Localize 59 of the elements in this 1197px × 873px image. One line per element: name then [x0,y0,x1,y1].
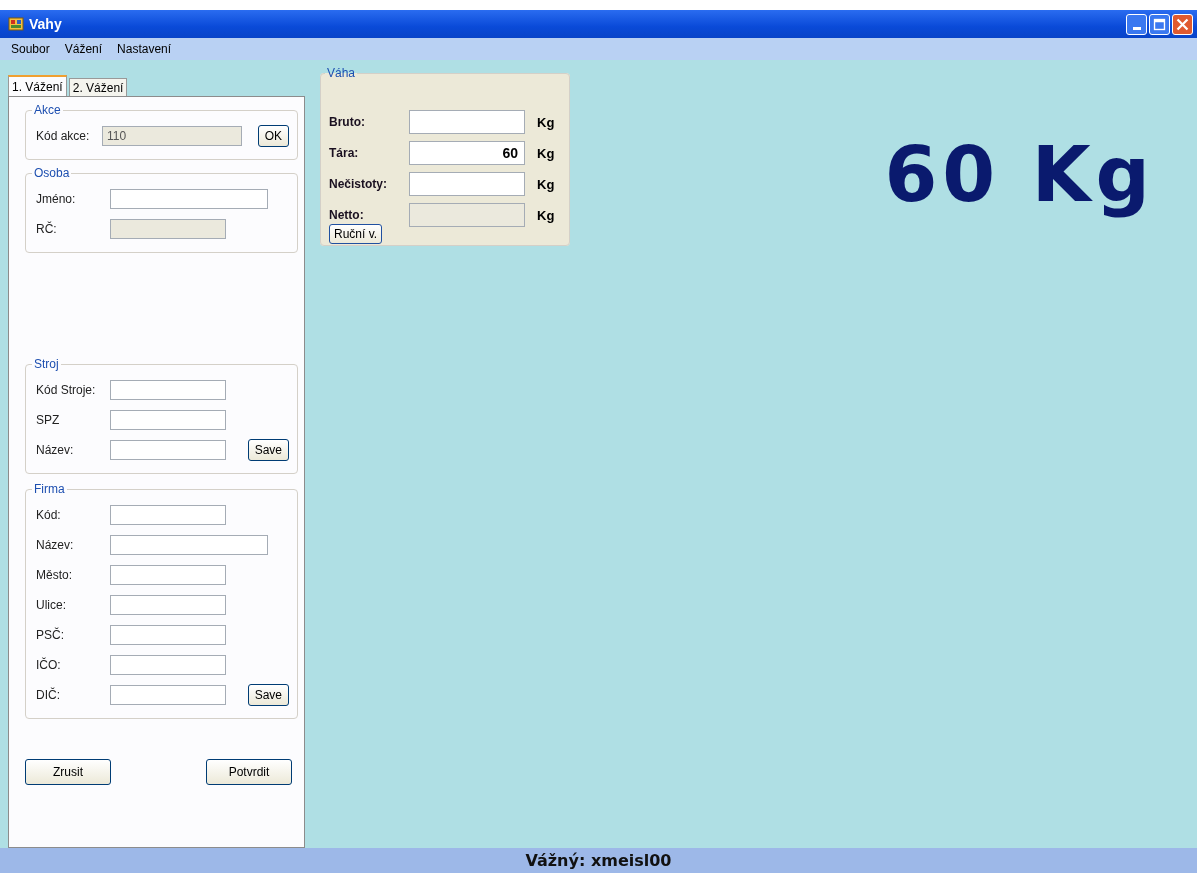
maximize-button[interactable] [1149,13,1170,35]
group-title: Akce [33,103,62,117]
group-title: Firma [33,482,66,496]
app-icon [8,16,24,32]
unit-label: Kg [537,114,555,130]
input-field[interactable] [409,172,525,196]
tab[interactable]: 1. Vážení [8,75,67,96]
menu-item[interactable]: Soubor [10,42,58,56]
field-label: Bruto: [329,115,366,129]
field-label: Netto: [329,208,365,222]
tab[interactable]: 2. Vážení [68,78,128,96]
input-field[interactable] [110,189,268,209]
input-field[interactable] [409,110,525,134]
field-label: Kód: [36,508,62,522]
input-field[interactable] [110,685,226,705]
field-label: RČ: [36,222,58,236]
menu-item[interactable]: Nastavení [116,42,180,56]
field-label: Město: [36,568,73,582]
group-title: Osoba [33,166,71,180]
field-label: Název: [36,443,75,457]
field-label: Tára: [329,146,360,160]
input-field[interactable] [110,595,226,615]
unit-label: Kg [537,145,555,161]
field-label: IČO: [36,658,62,672]
menu-item[interactable]: Vážení [63,42,111,56]
field-label: Název: [36,538,75,552]
field-label: Nečistoty: [329,177,388,191]
input-field[interactable] [110,440,226,460]
input-field[interactable] [110,625,226,645]
input-field[interactable] [110,565,226,585]
group-title: Váha [326,66,357,80]
save-button[interactable]: Save [247,439,289,461]
input-field[interactable] [110,410,226,430]
field-label: Kód akce: [36,129,91,143]
window-title: Vahy [29,16,63,32]
group-title: Stroj [33,357,60,371]
ok-button[interactable]: OK [257,125,289,147]
input-field[interactable] [110,655,226,675]
field-label: Jméno: [36,192,77,206]
status-text: Vážný: xmeisl00 [525,851,672,870]
close-button[interactable] [1172,13,1193,35]
input-field[interactable] [110,505,226,525]
field-label: Kód Stroje: [36,383,97,397]
input-field[interactable] [110,535,268,555]
unit-label: Kg [537,176,555,192]
input-field[interactable]: 60 [409,141,525,165]
field-label: SPZ [36,413,61,427]
action-button[interactable]: Zrusit [25,759,111,785]
action-button[interactable]: Potvrdit [206,759,292,785]
manual-button[interactable]: Ruční v. [329,224,383,244]
minimize-icon [1132,26,1141,30]
field-label: DIČ: [36,688,61,702]
unit-label: Kg [537,207,555,223]
minimize-button[interactable] [1126,13,1147,35]
input-field[interactable] [110,380,226,400]
save-button[interactable]: Save [247,684,289,706]
field-label: Ulice: [36,598,67,612]
field-label: PSČ: [36,628,65,642]
weight-display: 60 Kg [884,130,1155,219]
